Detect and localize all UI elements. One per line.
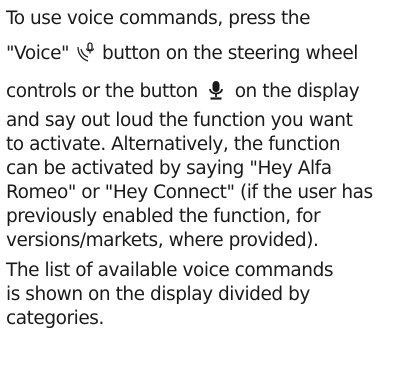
text-line: Romeo" or "Hey Connect" (if the user has bbox=[6, 181, 373, 205]
text-span: To use voice commands, press the bbox=[6, 8, 311, 29]
text-span: button on the steering wheel bbox=[101, 43, 358, 64]
text-line: can be activated by saying "Hey Alfa bbox=[6, 157, 332, 181]
text-span: controls or the button bbox=[6, 81, 198, 102]
text-span: is shown on the display divided by bbox=[6, 284, 310, 305]
text-line: to activate. Alternatively, the function bbox=[6, 133, 341, 157]
text-line: is shown on the display divided by bbox=[6, 283, 310, 307]
text-span: versions/markets, where provided). bbox=[6, 230, 319, 251]
text-line: previously enabled the function, for bbox=[6, 205, 321, 229]
text-span: Romeo" or "Hey Connect" (if the user has bbox=[6, 182, 373, 203]
text-line: and say out loud the function you want bbox=[6, 109, 353, 133]
text-line: "Voice" button on the steering wheel bbox=[6, 41, 358, 66]
voice-command-hand-icon bbox=[75, 41, 97, 63]
microphone-icon bbox=[207, 80, 225, 101]
text-span: and say out loud the function you want bbox=[6, 110, 353, 131]
text-span: categories. bbox=[6, 308, 104, 329]
text-line: categories. bbox=[6, 307, 104, 331]
text-line: To use voice commands, press the bbox=[6, 7, 310, 31]
text-span: The list of available voice commands bbox=[6, 260, 334, 281]
text-span: "Voice" bbox=[6, 43, 70, 64]
text-line: The list of available voice commands bbox=[6, 259, 334, 283]
text-span: on the display bbox=[234, 81, 360, 102]
text-span: previously enabled the function, for bbox=[6, 206, 321, 227]
text-line: versions/markets, where provided). bbox=[6, 229, 319, 253]
text-span: can be activated by saying "Hey Alfa bbox=[6, 158, 332, 179]
text-line: controls or the button on the display bbox=[6, 80, 360, 104]
text-span: to activate. Alternatively, the function bbox=[6, 134, 341, 155]
